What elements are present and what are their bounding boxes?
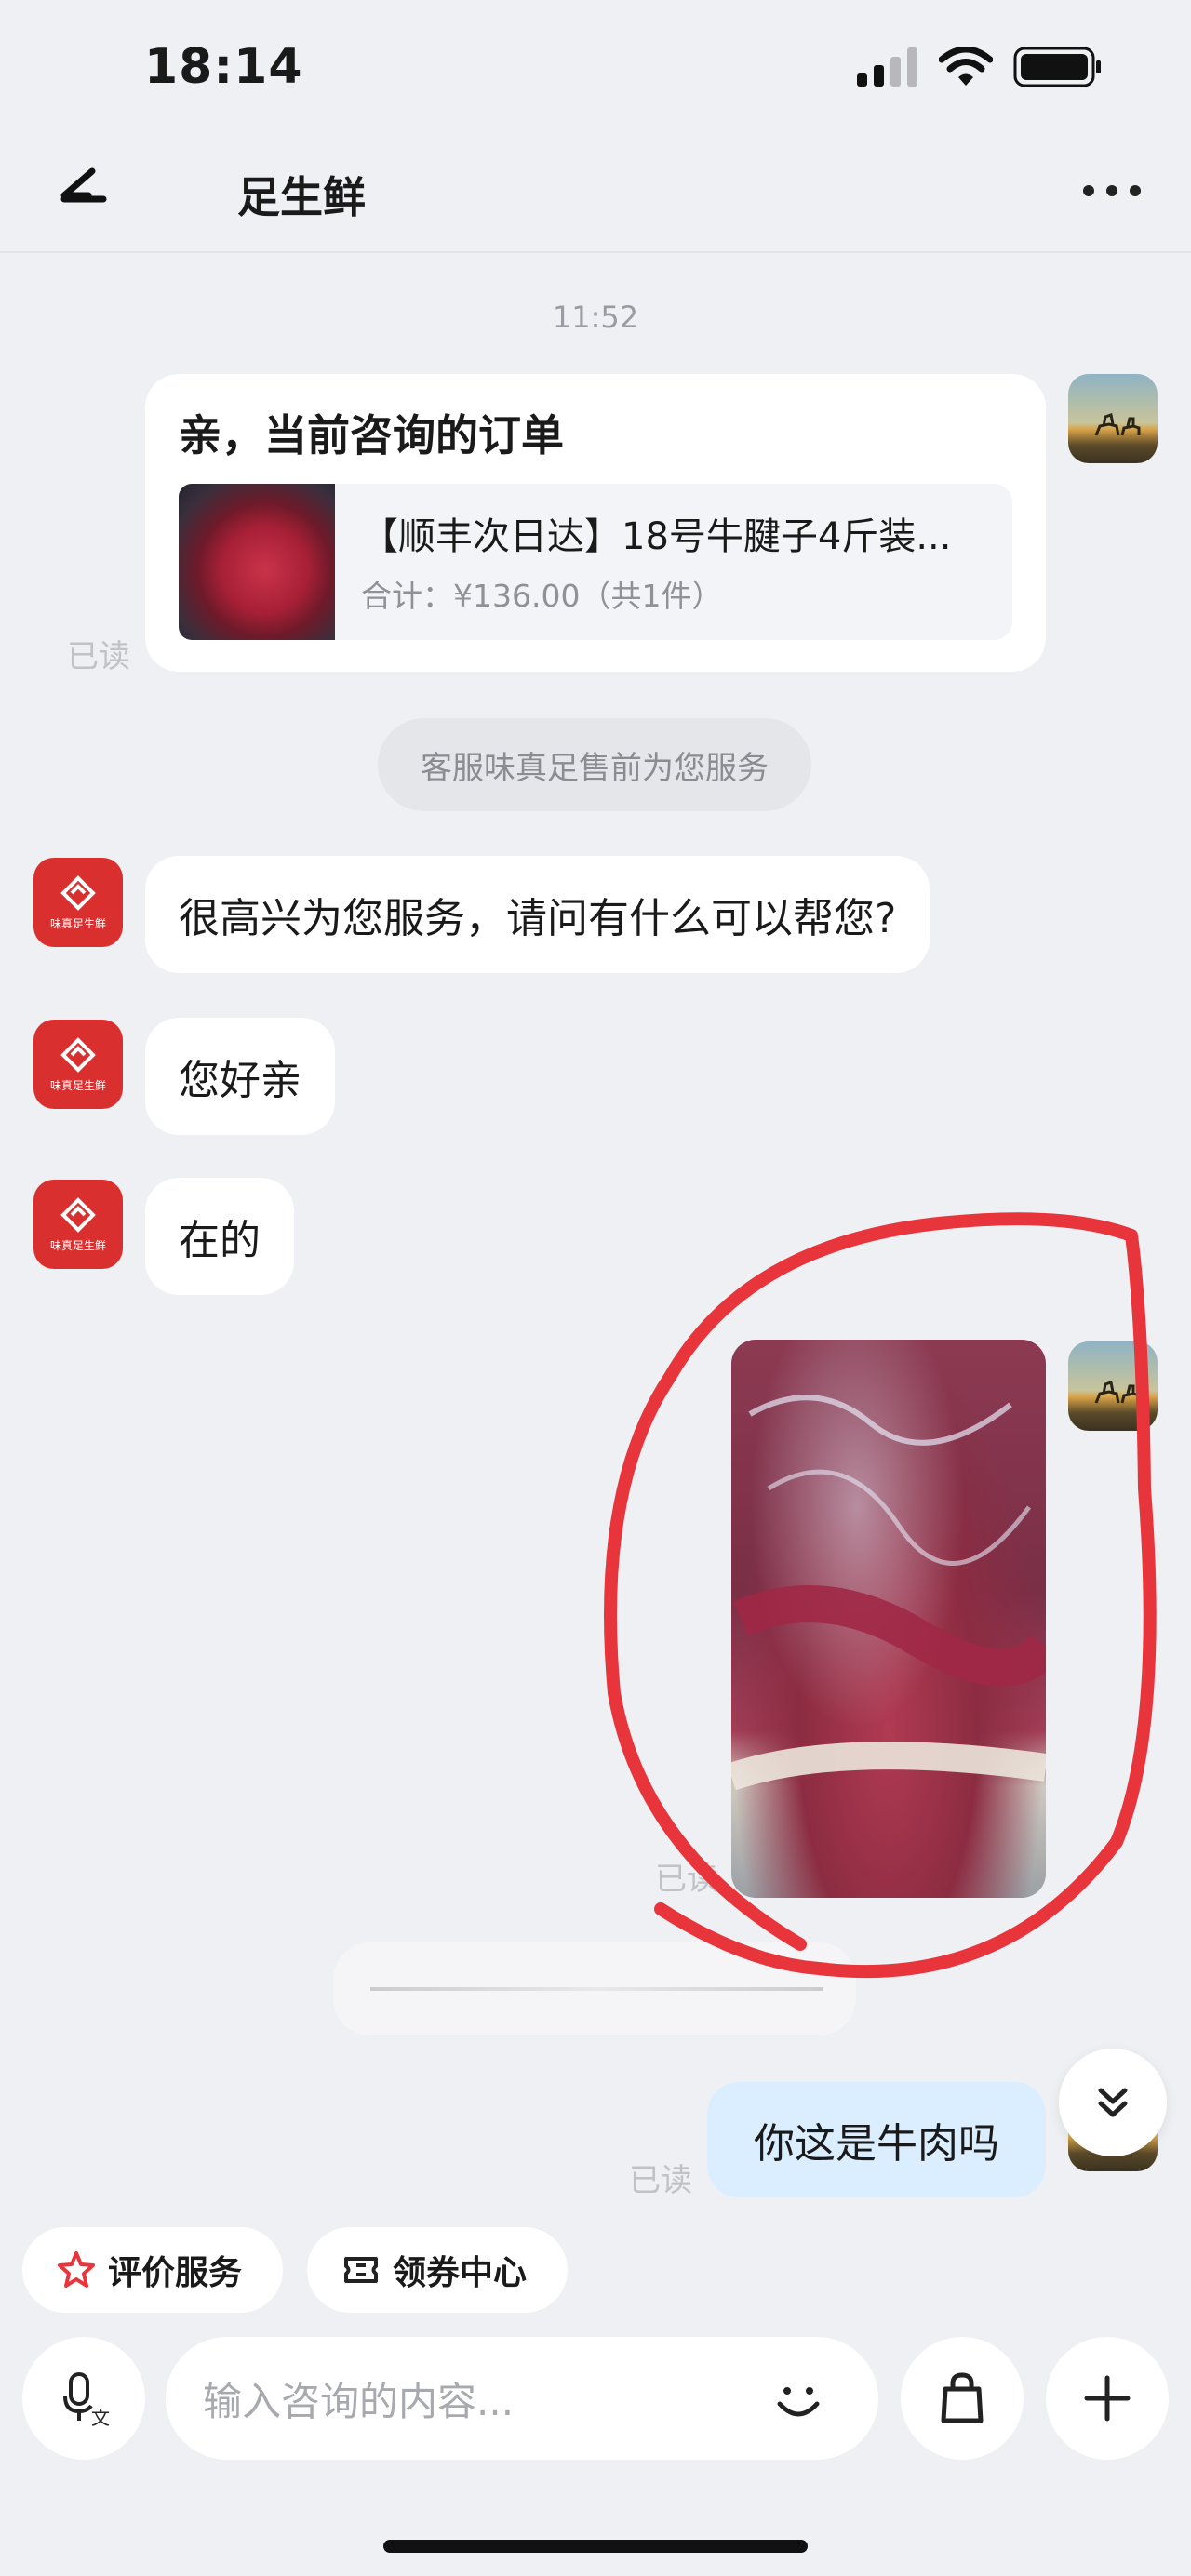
more-icon xyxy=(1083,185,1141,196)
status-icons xyxy=(857,47,1103,87)
shop-title: 足生鲜 xyxy=(237,172,366,222)
blurred-text-line xyxy=(370,1987,823,1991)
shop-logo-icon xyxy=(60,874,96,911)
star-icon xyxy=(58,2251,95,2288)
voice-input-button[interactable]: 文 xyxy=(22,2337,145,2460)
shop-logo-icon xyxy=(60,1196,96,1233)
read-receipt: 已读 xyxy=(629,2162,692,2199)
user-avatar[interactable] xyxy=(1068,1341,1158,1431)
wifi-icon xyxy=(939,47,993,86)
user-photo-message[interactable] xyxy=(731,1340,1046,1898)
read-receipt: 已读 xyxy=(655,1861,718,1898)
order-total: 合计：¥136.00（共1件） xyxy=(361,578,723,614)
shop-avatar-label: 味真足生鲜 xyxy=(49,1078,106,1092)
message-input-placeholder: 输入咨询的内容... xyxy=(203,2379,515,2424)
back-button[interactable] xyxy=(51,158,116,223)
meat-photo xyxy=(731,1395,1046,1791)
more-button[interactable] xyxy=(1079,177,1144,205)
smile-icon xyxy=(777,2387,820,2417)
horse-rider-icon xyxy=(1094,413,1141,436)
more-actions-button[interactable] xyxy=(1046,2337,1169,2460)
nav-bar xyxy=(0,140,1191,253)
double-chevron-down-icon xyxy=(1098,2088,1128,2117)
status-time: 18:14 xyxy=(144,39,303,95)
order-card-heading: 亲，当前咨询的订单 xyxy=(179,410,564,460)
user-message: 你这是牛肉吗 xyxy=(707,2082,1046,2197)
product-title: 【顺丰次日达】18号牛腱子4斤装... xyxy=(361,515,952,558)
plus-icon xyxy=(1084,2375,1131,2422)
rate-service-label: 评价服务 xyxy=(108,2254,243,2292)
shop-avatar-label: 味真足生鲜 xyxy=(49,916,106,930)
chat-timestamp: 11:52 xyxy=(552,300,639,335)
shop-message: 您好亲 xyxy=(145,1018,335,1135)
coupon-icon xyxy=(344,2257,378,2283)
svg-text:文: 文 xyxy=(91,2407,110,2428)
back-arrow-icon xyxy=(60,167,107,203)
product-thumbnail xyxy=(179,484,335,640)
coupon-center-button[interactable]: 领券中心 xyxy=(307,2227,568,2313)
emoji-button[interactable] xyxy=(769,2370,828,2430)
read-receipt: 已读 xyxy=(67,638,130,675)
home-indicator xyxy=(383,2540,808,2553)
coupon-center-label: 领券中心 xyxy=(393,2254,528,2292)
shopping-bag-icon xyxy=(941,2372,984,2423)
signal-icon xyxy=(857,47,917,87)
microphone-translate-icon: 文 xyxy=(63,2372,110,2428)
shop-avatar[interactable]: 味真足生鲜 xyxy=(33,1180,123,1269)
shop-avatar-label: 味真足生鲜 xyxy=(49,1238,106,1252)
shop-products-button[interactable] xyxy=(901,2337,1024,2460)
horse-rider-icon xyxy=(1094,1381,1141,1404)
shop-message: 在的 xyxy=(145,1178,294,1295)
shop-logo-icon xyxy=(60,1036,96,1073)
scroll-to-bottom-button[interactable] xyxy=(1059,2049,1167,2156)
shop-avatar[interactable]: 味真足生鲜 xyxy=(33,858,123,947)
shop-message: 很高兴为您服务，请问有什么可以帮您? xyxy=(145,856,930,973)
user-avatar[interactable] xyxy=(1068,374,1158,463)
rate-service-button[interactable]: 评价服务 xyxy=(22,2227,283,2313)
shop-avatar[interactable]: 味真足生鲜 xyxy=(33,1020,123,1109)
battery-icon xyxy=(1013,47,1101,87)
service-notice: 客服味真足售前为您服务 xyxy=(378,718,811,811)
